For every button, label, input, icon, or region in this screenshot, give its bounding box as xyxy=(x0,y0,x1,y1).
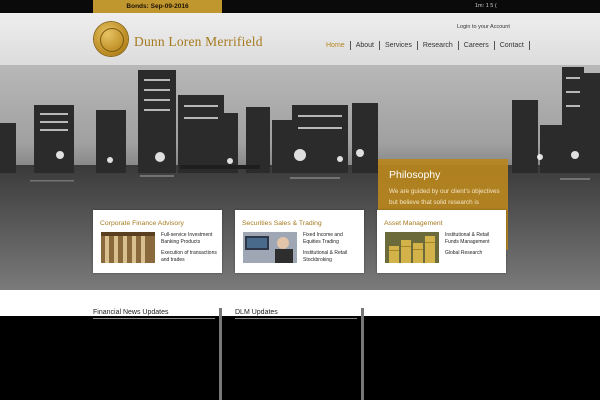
site-header: Dunn Loren Merrifield Login to your Acco… xyxy=(0,13,600,65)
card-securities-sales[interactable]: Securities Sales & Trading Fixed Income … xyxy=(235,210,364,273)
colonnade-image xyxy=(101,232,155,263)
column-divider xyxy=(361,308,364,400)
top-ticker-bar: Bonds: Sep-09-2016 1m: 1 5 ( xyxy=(0,0,600,13)
nav-research[interactable]: Research xyxy=(418,41,459,50)
brand-name[interactable]: Dunn Loren Merrifield xyxy=(134,34,263,50)
card-line: Global Research xyxy=(445,250,483,257)
card-line: Execution of transactions and trades xyxy=(161,250,217,263)
nav-home[interactable]: Home xyxy=(321,41,351,50)
philosophy-title: Philosophy xyxy=(389,169,441,181)
coins-image xyxy=(385,232,439,263)
card-title[interactable]: Asset Management xyxy=(384,220,443,227)
bonds-ticker: Bonds: Sep-09-2016 xyxy=(93,0,222,13)
column-divider xyxy=(219,308,222,400)
card-text: Institutional & Retail Funds Management … xyxy=(445,232,503,262)
card-title[interactable]: Corporate Finance Advisory xyxy=(100,220,184,227)
card-line: Institutional & Retail Funds Management xyxy=(445,232,490,245)
nav-contact[interactable]: Contact xyxy=(495,41,530,50)
trader-image xyxy=(243,232,297,263)
financial-news-title[interactable]: Financial News Updates xyxy=(93,309,215,319)
ticker-right-text: 1m: 1 5 ( xyxy=(475,3,497,9)
card-text: Fixed Income and Equities Trading Instit… xyxy=(303,232,361,268)
nav-services[interactable]: Services xyxy=(380,41,418,50)
card-line: Institutional & Retail Stockbroking xyxy=(303,250,348,263)
card-title[interactable]: Securities Sales & Trading xyxy=(242,220,322,227)
footer-area xyxy=(0,316,600,400)
card-text: Full-service Investment Banking Products… xyxy=(161,232,219,268)
card-corporate-finance[interactable]: Corporate Finance Advisory Full-service … xyxy=(93,210,222,273)
main-nav: Home About Services Research Careers Con… xyxy=(321,41,530,50)
nav-careers[interactable]: Careers xyxy=(459,41,495,50)
card-asset-management[interactable]: Asset Management Institutional & Retail … xyxy=(377,210,506,273)
login-link[interactable]: Login to your Account xyxy=(457,24,510,30)
logo-seal-icon[interactable] xyxy=(94,22,128,56)
card-line: Full-service Investment Banking Products xyxy=(161,232,213,245)
nav-about[interactable]: About xyxy=(351,41,380,50)
card-line: Fixed Income and Equities Trading xyxy=(303,232,343,245)
dlm-updates-title[interactable]: DLM Updates xyxy=(235,309,357,319)
